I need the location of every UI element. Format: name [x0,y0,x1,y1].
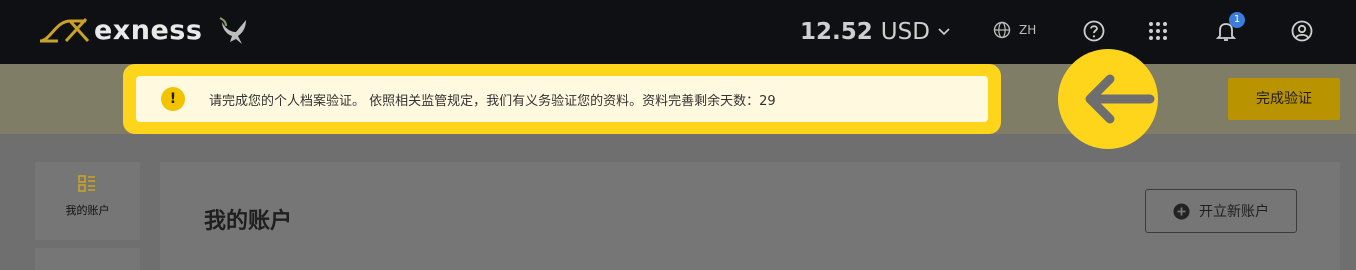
help-icon[interactable] [1082,19,1106,43]
warning-icon: ! [161,87,185,111]
notification-badge: 1 [1229,12,1245,28]
highlight-arrow-marker [1058,49,1158,149]
balance-selector[interactable]: 12.52 USD [800,16,950,48]
user-icon[interactable] [1290,19,1314,43]
arrow-left-icon [1085,74,1155,124]
dove-icon [219,17,247,44]
globe-icon [993,21,1011,39]
language-selector[interactable]: ZH [993,21,1036,39]
verification-notice: ! 请完成您的个人档案验证。 依照相关监管规定，我们有义务验证您的资料。资料完善… [136,76,988,122]
brand-logo[interactable]: exness [36,10,252,50]
plus-circle-icon [1173,203,1190,219]
verification-message: 请完成您的个人档案验证。 依照相关监管规定，我们有义务验证您的资料。资料完善剩余… [209,93,776,109]
accounts-icon [78,175,95,192]
complete-verification-button[interactable]: 完成验证 [1228,78,1340,120]
apps-grid-icon[interactable] [1146,19,1170,43]
page-title: 我的账户 [204,209,293,234]
chevron-down-icon [938,28,950,36]
language-code: ZH [1019,23,1037,37]
brand-name: exness [94,14,203,46]
sidebar-item-my-accounts[interactable]: 我的账户 [35,162,140,240]
sidebar-item[interactable] [35,248,140,270]
balance-amount: 12.52 [800,19,873,45]
balance-currency: USD [880,19,930,45]
exness-logo-mark-icon [39,17,90,43]
open-new-account-button[interactable]: 开立新账户 [1145,189,1297,233]
sidebar-item-label: 我的账户 [65,204,110,217]
open-new-account-label: 开立新账户 [1199,204,1269,220]
